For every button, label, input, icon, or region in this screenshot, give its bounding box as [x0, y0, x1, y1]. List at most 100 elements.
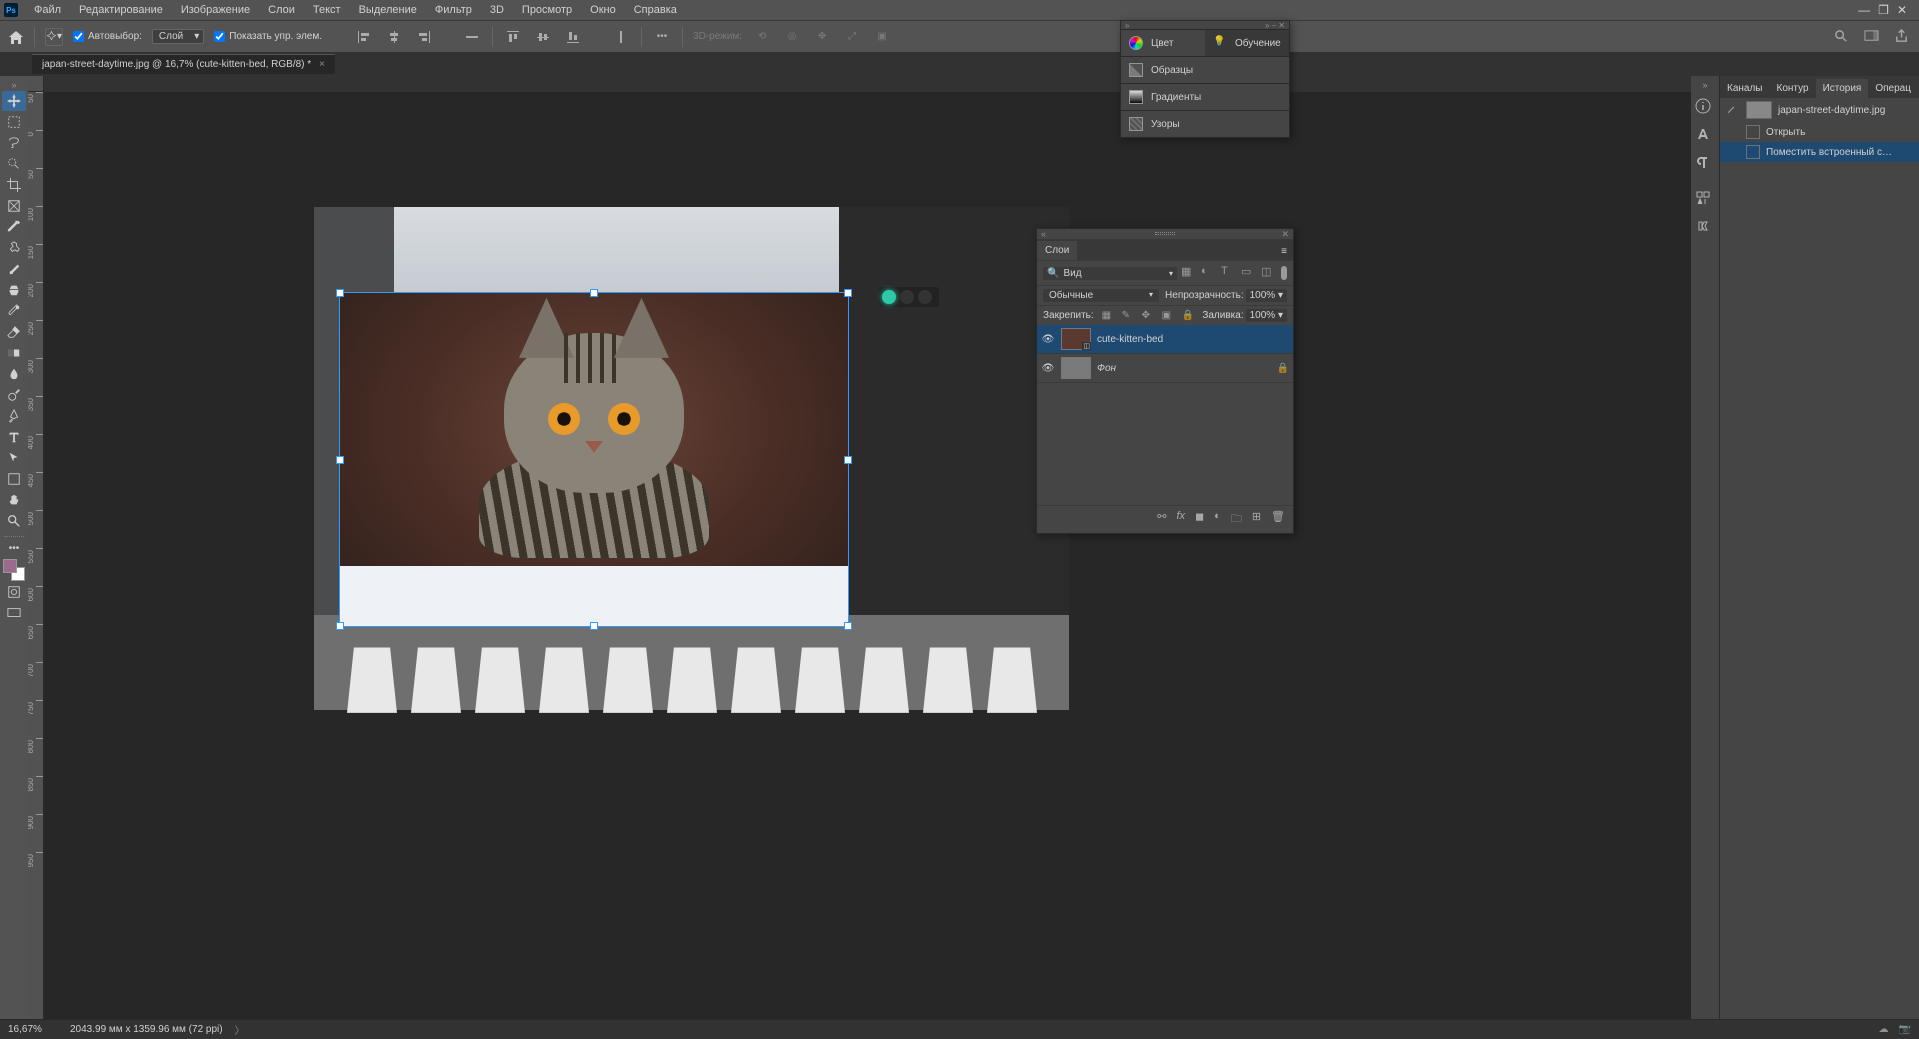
toolbar-expand-icon[interactable]: »: [11, 80, 16, 90]
layer-name[interactable]: cute-kitten-bed: [1097, 334, 1163, 345]
dock-expand-icon[interactable]: »: [1702, 80, 1707, 90]
menu-filter[interactable]: Фильтр: [427, 2, 480, 18]
opacity-value[interactable]: 100% ▾: [1246, 289, 1287, 302]
eyedropper-tool[interactable]: [2, 217, 26, 237]
transform-handle-br[interactable]: [844, 622, 852, 630]
zoom-tool[interactable]: [2, 511, 26, 531]
visibility-toggle-icon[interactable]: 👁: [1041, 363, 1055, 374]
maximize-button[interactable]: ❐: [1878, 3, 1889, 17]
show-controls-checkbox[interactable]: Показать упр. элем.: [214, 31, 322, 42]
screen-mode-tool[interactable]: [2, 603, 26, 623]
layer-mask-icon[interactable]: ◼: [1195, 510, 1204, 529]
layers-tab[interactable]: Слои: [1037, 241, 1077, 260]
gradients-panel-tab[interactable]: Градиенты: [1121, 84, 1289, 110]
transform-handle-bl[interactable]: [336, 622, 344, 630]
menu-select[interactable]: Выделение: [351, 2, 425, 18]
lasso-tool[interactable]: [2, 133, 26, 153]
zoom-level[interactable]: 16,67%: [8, 1024, 58, 1035]
color-swatches[interactable]: [3, 559, 25, 581]
styles-panel-icon[interactable]: [1695, 218, 1715, 238]
sync-icon[interactable]: ☁: [1879, 1024, 1889, 1035]
delete-layer-icon[interactable]: 🗑: [1271, 510, 1285, 529]
transform-handle-mr[interactable]: [844, 456, 852, 464]
distribute-v-icon[interactable]: [611, 27, 631, 47]
menu-help[interactable]: Справка: [626, 2, 685, 18]
swatches-panel-tab[interactable]: Образцы: [1121, 57, 1289, 83]
menu-layers[interactable]: Слои: [260, 2, 303, 18]
transform-handle-ml[interactable]: [336, 456, 344, 464]
frame-tool[interactable]: [2, 196, 26, 216]
home-icon[interactable]: [8, 30, 24, 44]
filter-type-icon[interactable]: T: [1221, 265, 1237, 281]
visibility-toggle-icon[interactable]: 👁: [1041, 334, 1055, 345]
layer-item-cat[interactable]: 👁 ◫ cute-kitten-bed: [1037, 325, 1293, 354]
align-left-icon[interactable]: [354, 27, 374, 47]
transform-handle-tr[interactable]: [844, 289, 852, 297]
align-bottom-icon[interactable]: [563, 27, 583, 47]
layers-menu-icon[interactable]: ≡: [1275, 243, 1293, 260]
move-tool[interactable]: [2, 91, 26, 111]
lock-icon[interactable]: 🔒: [1277, 363, 1289, 374]
vertical-ruler[interactable]: 5005010015020025030035040045050055060065…: [28, 92, 44, 1019]
patterns-panel-tab[interactable]: Узоры: [1121, 111, 1289, 137]
actions-tab[interactable]: Операц: [1868, 79, 1918, 98]
filter-adjustment-icon[interactable]: ◐: [1201, 265, 1217, 281]
filter-toggle[interactable]: [1281, 266, 1287, 280]
smart-object-bounding-box[interactable]: [339, 292, 849, 627]
history-state-open[interactable]: Открыть: [1720, 122, 1919, 142]
character-panel-icon[interactable]: [1695, 126, 1715, 146]
quick-mask-tool[interactable]: [2, 582, 26, 602]
workspace-icon[interactable]: [1861, 27, 1881, 47]
layers-panel[interactable]: « ✕ Слои ≡ 🔍 Вид ▾ ▦ ◐ T ▭ ◫ Обычные▾ Не…: [1036, 228, 1294, 534]
layer-thumbnail[interactable]: ◫: [1061, 328, 1091, 350]
history-tab[interactable]: История: [1816, 79, 1869, 98]
info-panel-icon[interactable]: [1695, 98, 1715, 118]
artboard[interactable]: [314, 207, 1069, 710]
lock-position-icon[interactable]: ✥: [1142, 310, 1154, 322]
history-brush-source-icon[interactable]: [1726, 104, 1740, 117]
filter-pixel-icon[interactable]: ▦: [1181, 265, 1197, 281]
autoselect-type-select[interactable]: Слой ▾: [152, 29, 204, 44]
active-tool-indicator[interactable]: ▾: [45, 28, 63, 46]
blur-tool[interactable]: [2, 364, 26, 384]
type-tool[interactable]: [2, 427, 26, 447]
hand-tool[interactable]: [2, 490, 26, 510]
layers-collapse-icon[interactable]: «: [1041, 229, 1046, 239]
search-icon[interactable]: [1831, 27, 1851, 47]
layer-group-icon[interactable]: 🗀: [1231, 510, 1242, 529]
color-panel-tab[interactable]: Цвет: [1121, 30, 1205, 56]
history-state-place[interactable]: Поместить встроенный смарт...: [1720, 142, 1919, 162]
document-tab[interactable]: japan-street-daytime.jpg @ 16,7% (cute-k…: [32, 54, 335, 74]
filter-shape-icon[interactable]: ▭: [1241, 265, 1257, 281]
history-snapshot[interactable]: japan-street-daytime.jpg: [1720, 98, 1919, 122]
crop-tool[interactable]: [2, 175, 26, 195]
eraser-tool[interactable]: [2, 322, 26, 342]
notifications-icon[interactable]: 📷: [1899, 1024, 1911, 1035]
clone-stamp-tool[interactable]: [2, 280, 26, 300]
align-top-icon[interactable]: [503, 27, 523, 47]
gradient-tool[interactable]: [2, 343, 26, 363]
ruler-origin[interactable]: [28, 76, 44, 92]
path-select-tool[interactable]: [2, 448, 26, 468]
new-layer-icon[interactable]: ⊞: [1252, 510, 1261, 529]
menu-view[interactable]: Просмотр: [514, 2, 580, 18]
history-brush-tool[interactable]: [2, 301, 26, 321]
blend-mode-select[interactable]: Обычные▾: [1043, 289, 1159, 302]
transform-handle-tm[interactable]: [590, 289, 598, 297]
color-learn-popup[interactable]: »» ‒ ✕ Цвет 💡Обучение Образцы Градиенты …: [1120, 20, 1290, 138]
layer-name[interactable]: Фон: [1097, 363, 1116, 374]
foreground-color-swatch[interactable]: [3, 559, 17, 573]
lock-transparency-icon[interactable]: ▦: [1102, 310, 1114, 322]
share-icon[interactable]: [1891, 27, 1911, 47]
quick-select-tool[interactable]: [2, 154, 26, 174]
layer-filter-select[interactable]: 🔍 Вид ▾: [1043, 267, 1177, 280]
transform-handle-tl[interactable]: [336, 289, 344, 297]
menu-file[interactable]: Файл: [26, 2, 69, 18]
pen-tool[interactable]: [2, 406, 26, 426]
shape-tool[interactable]: [2, 469, 26, 489]
paragraph-panel-icon[interactable]: [1695, 154, 1715, 174]
edit-toolbar-icon[interactable]: •••: [9, 543, 20, 554]
popup-close-icon[interactable]: » ‒ ✕: [1265, 21, 1285, 29]
menu-image[interactable]: Изображение: [173, 2, 258, 18]
lock-artboard-icon[interactable]: ▣: [1162, 310, 1174, 322]
